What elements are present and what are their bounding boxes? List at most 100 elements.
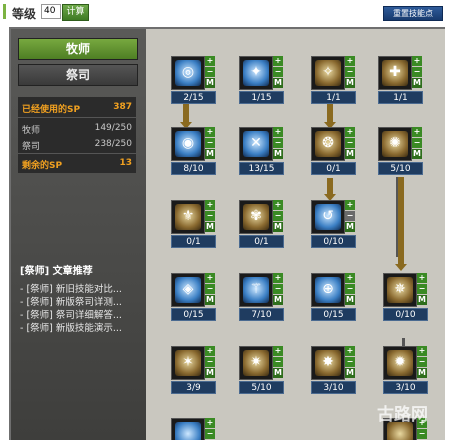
skill-plus-button[interactable]: + — [273, 273, 283, 283]
skill-plus-button[interactable]: + — [205, 273, 215, 283]
skill-max-button[interactable]: M — [205, 368, 215, 378]
skill-minus-button[interactable]: − — [205, 211, 215, 221]
skill-icon[interactable]: ✸ — [311, 346, 345, 380]
skill-icon[interactable]: ❂ — [311, 127, 345, 161]
skill-max-button[interactable]: M — [412, 149, 422, 159]
skill-minus-button[interactable]: − — [345, 138, 355, 148]
skill-max-button[interactable]: M — [273, 368, 283, 378]
skill-slot[interactable]: ◎ + − M 2/15 — [171, 56, 217, 106]
skill-minus-button[interactable]: − — [345, 357, 355, 367]
skill-plus-button[interactable]: + — [273, 200, 283, 210]
skill-max-button[interactable]: M — [205, 78, 215, 88]
skill-slot[interactable]: ✺ + − M 5/10 — [378, 127, 424, 177]
level-input[interactable]: 40 — [41, 4, 61, 19]
skill-minus-button[interactable]: − — [205, 284, 215, 294]
skill-icon[interactable]: ✚ — [378, 56, 412, 90]
calculate-button[interactable]: 计算 — [62, 4, 89, 21]
skill-slot[interactable]: ◉ + − M 8/10 — [171, 127, 217, 177]
job-tab-cleric[interactable]: 祭司 — [18, 64, 138, 86]
skill-icon[interactable]: ✹ — [383, 346, 417, 380]
skill-max-button[interactable]: M — [345, 295, 355, 305]
skill-minus-button[interactable]: − — [273, 138, 283, 148]
recommend-link[interactable]: - [祭师] 新版祭司详测... — [20, 294, 122, 308]
skill-max-button[interactable]: M — [273, 222, 283, 232]
skill-slot[interactable]: + − — [171, 418, 217, 440]
skill-plus-button[interactable]: + — [205, 56, 215, 66]
skill-max-button[interactable]: M — [345, 149, 355, 159]
skill-slot[interactable]: ✶ + − M 3/9 — [171, 346, 217, 396]
skill-icon[interactable]: ◈ — [171, 273, 205, 307]
skill-icon[interactable]: ✦ — [239, 56, 273, 90]
skill-slot[interactable]: ✦ + − M 1/15 — [239, 56, 285, 106]
skill-minus-button[interactable]: − — [205, 67, 215, 77]
skill-slot[interactable]: ✷ + − M 5/10 — [239, 346, 285, 396]
skill-plus-button[interactable]: + — [412, 56, 422, 66]
skill-max-button[interactable]: M — [345, 222, 355, 232]
skill-slot[interactable]: ✵ + − M 0/10 — [383, 273, 429, 323]
skill-icon[interactable]: ✷ — [239, 346, 273, 380]
skill-max-button[interactable]: M — [417, 368, 427, 378]
skill-max-button[interactable]: M — [345, 368, 355, 378]
skill-plus-button[interactable]: + — [273, 127, 283, 137]
skill-plus-button[interactable]: + — [345, 346, 355, 356]
skill-minus-button[interactable]: − — [345, 67, 355, 77]
skill-minus-button[interactable]: − — [417, 284, 427, 294]
skill-slot[interactable]: ❂ + − M 0/1 — [311, 127, 357, 177]
skill-minus-button[interactable]: − — [273, 211, 283, 221]
skill-plus-button[interactable]: + — [205, 200, 215, 210]
skill-icon[interactable]: ✵ — [383, 273, 417, 307]
skill-icon[interactable]: ◉ — [171, 127, 205, 161]
skill-minus-button[interactable]: − — [417, 357, 427, 367]
job-tab-priest[interactable]: 牧师 — [18, 38, 138, 60]
skill-plus-button[interactable]: + — [273, 56, 283, 66]
skill-icon[interactable]: ↺ — [311, 200, 345, 234]
skill-slot[interactable]: ⚚ + − M 7/10 — [239, 273, 285, 323]
skill-icon[interactable]: ⚜ — [171, 200, 205, 234]
skill-slot[interactable]: ◈ + − M 0/15 — [171, 273, 217, 323]
skill-max-button[interactable]: M — [273, 78, 283, 88]
skill-plus-button[interactable]: + — [205, 346, 215, 356]
skill-icon[interactable]: ✕ — [239, 127, 273, 161]
skill-icon[interactable]: ⚚ — [239, 273, 273, 307]
skill-minus-button[interactable]: − — [412, 67, 422, 77]
skill-minus-button[interactable]: − — [273, 357, 283, 367]
skill-icon[interactable] — [171, 418, 205, 440]
skill-slot[interactable]: ✧ + − M 1/1 — [311, 56, 357, 106]
skill-icon[interactable]: ✶ — [171, 346, 205, 380]
skill-max-button[interactable]: M — [417, 295, 427, 305]
skill-icon[interactable]: ✧ — [311, 56, 345, 90]
skill-plus-button[interactable]: + — [273, 346, 283, 356]
skill-plus-button[interactable]: + — [412, 127, 422, 137]
skill-plus-button[interactable]: + — [417, 273, 427, 283]
skill-minus-button[interactable]: − — [345, 211, 355, 221]
skill-slot[interactable]: ✚ + − M 1/1 — [378, 56, 424, 106]
skill-max-button[interactable]: M — [273, 295, 283, 305]
skill-minus-button[interactable]: − — [205, 357, 215, 367]
skill-plus-button[interactable]: + — [345, 273, 355, 283]
skill-minus-button[interactable]: − — [412, 138, 422, 148]
skill-max-button[interactable]: M — [205, 149, 215, 159]
skill-icon[interactable]: ✾ — [239, 200, 273, 234]
skill-icon[interactable]: ◎ — [171, 56, 205, 90]
reset-skill-points-button[interactable]: 重置技能点 — [383, 6, 443, 21]
skill-slot[interactable]: ⚜ + − M 0/1 — [171, 200, 217, 250]
skill-plus-button[interactable]: + — [417, 346, 427, 356]
skill-max-button[interactable]: M — [205, 295, 215, 305]
skill-slot[interactable]: ↺ + − M 0/10 — [311, 200, 357, 250]
skill-minus-button[interactable]: − — [345, 284, 355, 294]
skill-minus-button[interactable]: − — [273, 284, 283, 294]
skill-plus-button[interactable]: + — [345, 127, 355, 137]
skill-plus-button[interactable]: + — [205, 418, 215, 428]
skill-icon[interactable]: ✺ — [378, 127, 412, 161]
recommend-link[interactable]: - [祭师] 祭司详细解答... — [20, 307, 122, 321]
skill-plus-button[interactable]: + — [205, 127, 215, 137]
skill-minus-button[interactable]: − — [205, 429, 215, 439]
skill-slot[interactable]: ✾ + − M 0/1 — [239, 200, 285, 250]
skill-max-button[interactable]: M — [412, 78, 422, 88]
skill-minus-button[interactable]: − — [205, 138, 215, 148]
skill-minus-button[interactable]: − — [417, 429, 427, 439]
skill-minus-button[interactable]: − — [273, 67, 283, 77]
skill-slot[interactable]: ✕ + − M 13/15 — [239, 127, 285, 177]
recommend-link[interactable]: - [祭师] 新旧技能对比... — [20, 281, 122, 295]
skill-max-button[interactable]: M — [205, 222, 215, 232]
